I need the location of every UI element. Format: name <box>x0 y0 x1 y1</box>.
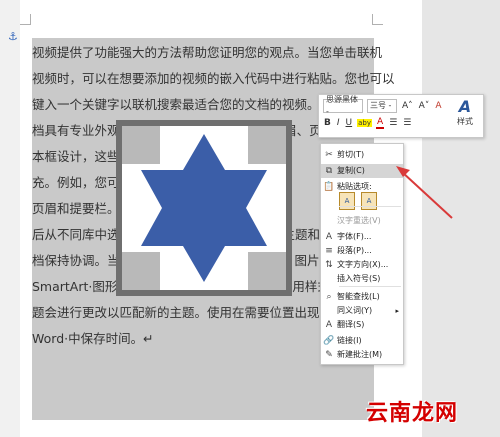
context-menu-item[interactable]: A 翻译(S) <box>321 318 403 332</box>
shrink-font-button[interactable]: A˅ <box>418 101 431 111</box>
workspace-background <box>422 0 500 437</box>
bold-button[interactable]: B <box>323 118 332 128</box>
context-menu-label: 粘贴选项: <box>337 182 372 191</box>
star-shape-frame[interactable] <box>116 120 292 296</box>
styles-label: 样式 <box>457 117 473 126</box>
context-menu-item[interactable]: ≡ 段落(P)... <box>321 244 403 258</box>
clear-format-button[interactable]: A <box>434 101 442 111</box>
context-menu: A A ✂ 剪切(T) ⧉ 复制(C) 📋 粘贴选项: 汉字重选(V) A 字体(F)... ≡ 段… <box>320 143 404 365</box>
context-menu-label: 智能查找(L) <box>337 292 380 301</box>
mini-format-toolbar: 思源黑体 - 三号 - A˄ A˅ A B I U aby A ☰ ☰ A 样式 <box>318 94 484 138</box>
link-icon: 🔗 <box>323 336 335 346</box>
line-text: 页眉和提要栏。 <box>32 201 120 216</box>
watermark-text: 云南龙网 <box>366 401 459 426</box>
document-line: 视频提供了功能强大的方法帮助您证明您的观点。当您单击联机 <box>32 40 382 66</box>
six-point-star-icon[interactable] <box>116 120 292 296</box>
context-menu-item[interactable]: 📋 粘贴选项: <box>321 180 403 194</box>
italic-button[interactable]: I <box>336 118 341 128</box>
paste-text-only-button[interactable]: A <box>361 192 377 210</box>
paste-icon: 📋 <box>323 182 335 192</box>
font-icon: A <box>325 232 333 242</box>
line-text: 本框设计，这些 <box>32 149 120 164</box>
menu-separator <box>339 286 401 287</box>
styles-icon: A <box>458 97 472 116</box>
context-menu-item[interactable]: ⧉ 复制(C) <box>321 164 403 178</box>
numbering-icon[interactable]: ☰ <box>402 118 412 128</box>
comment-icon: ✎ <box>325 350 333 360</box>
context-menu-item[interactable]: 插入符号(S) <box>321 272 403 286</box>
document-line: 视频时，可以在想要添加的视频的嵌入代码中进行粘贴。您也可以 <box>32 66 395 92</box>
context-menu-label: 字体(F)... <box>337 232 372 241</box>
paste-options: A A <box>339 192 377 210</box>
context-menu-item[interactable]: 🔗 链接(I) <box>321 334 403 348</box>
search-icon: ⌕ <box>326 292 332 302</box>
context-menu-label: 新建批注(M) <box>337 350 383 359</box>
context-menu-label: 复制(C) <box>337 166 365 175</box>
paragraph-icon: ≡ <box>325 246 333 256</box>
highlight-button[interactable]: aby <box>357 119 373 127</box>
context-menu-item[interactable]: ✎ 新建批注(M) <box>321 348 403 362</box>
context-menu-label: 剪切(T) <box>337 150 365 159</box>
crop-mark-top-right <box>372 14 383 25</box>
context-menu-label: 链接(I) <box>337 336 362 345</box>
grow-font-button[interactable]: A˄ <box>401 101 414 111</box>
styles-button[interactable]: A 样式 <box>451 97 479 127</box>
cut-icon: ✂ <box>325 150 333 160</box>
paste-keep-format-button[interactable]: A <box>339 192 355 210</box>
context-menu-label: 文字方向(X)... <box>337 260 389 269</box>
star-shape <box>141 134 267 282</box>
underline-button[interactable]: U <box>345 118 354 128</box>
context-menu-label: 段落(P)... <box>337 246 372 255</box>
context-menu-item[interactable]: 同义词(Y) ▸ <box>321 304 403 318</box>
line-text: 视频提供了功能强大的方法帮助您证明您的观点。当您单击联机 <box>32 45 383 60</box>
context-menu-label: 汉字重选(V) <box>337 216 381 225</box>
font-color-button[interactable]: A <box>376 117 385 129</box>
font-size-select[interactable]: 三号 - <box>367 99 397 113</box>
menu-separator <box>339 206 401 207</box>
line-text: 键入一个关键字以联机搜索最适合您的文档的视频。为 <box>32 97 333 112</box>
font-name-select[interactable]: 思源黑体 - <box>323 95 363 116</box>
text-direction-icon: ⇅ <box>325 260 333 270</box>
submenu-arrow-icon: ▸ <box>395 307 399 315</box>
bullets-icon[interactable]: ☰ <box>388 118 398 128</box>
copy-icon: ⧉ <box>325 166 333 176</box>
context-menu-label: 插入符号(S) <box>337 274 381 283</box>
context-menu-item[interactable]: ✂ 剪切(T) <box>321 148 403 162</box>
translate-icon: A <box>325 320 333 330</box>
anchor-icon: ⚓ <box>8 30 18 43</box>
context-menu-label: 同义词(Y) <box>337 306 373 315</box>
context-menu-item[interactable]: A 字体(F)... <box>321 230 403 244</box>
crop-mark-top-left <box>20 14 31 25</box>
context-menu-item: 汉字重选(V) <box>321 214 403 228</box>
line-text: Word·中保存时间。↵ <box>32 331 154 346</box>
context-menu-item[interactable]: ⇅ 文字方向(X)... <box>321 258 403 272</box>
line-text: 视频时，可以在想要添加的视频的嵌入代码中进行粘贴。您也可以 <box>32 71 395 86</box>
context-menu-item[interactable]: ⌕ 智能查找(L) <box>321 290 403 304</box>
context-menu-label: 翻译(S) <box>337 320 365 329</box>
